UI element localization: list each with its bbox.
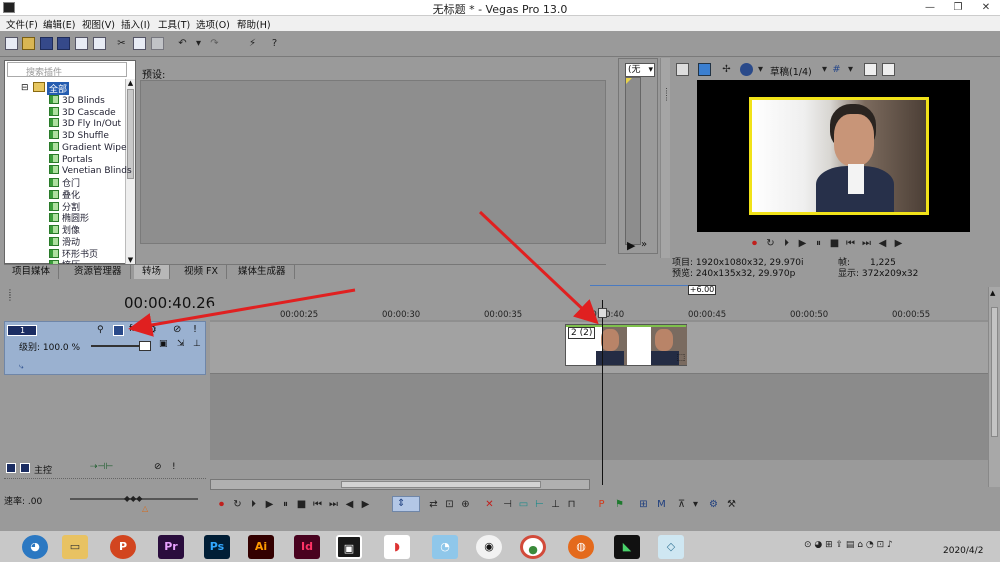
indesign-icon[interactable]: Id (294, 535, 320, 559)
annotation-arrows (128, 210, 599, 337)
file-explorer-icon[interactable]: ▭ (62, 535, 88, 559)
app2-icon[interactable]: ◇ (658, 535, 684, 559)
start-button-icon[interactable]: ◕ (22, 535, 48, 559)
vegas-taskbar-icon[interactable]: ▣ (336, 535, 362, 559)
annotation-arrow-to-track-fx (128, 288, 356, 337)
annotation-arrow-to-clip (478, 210, 599, 325)
tray-icons[interactable]: ⊙ ◕ ⊞ ⇪ ▤ ⌂ ◔ ⊡ ♪ (804, 540, 893, 550)
chrome-icon[interactable]: ● (520, 535, 546, 559)
browser-icon[interactable]: ◍ (568, 535, 594, 559)
qq-icon[interactable]: ◉ (476, 535, 502, 559)
taskbar-clock[interactable]: 2020/4/2 (943, 546, 983, 556)
xunlei-icon[interactable]: ◗ (384, 535, 410, 559)
camtasia-icon[interactable]: ◣ (614, 535, 640, 559)
app-icon[interactable]: ◔ (432, 535, 458, 559)
taskbar: ◕ ▭ P Pr Ps Ai Id ▣ ◗ ◔ ◉ ● ◍ ◣ ◇ ⊙ ◕ ⊞ … (0, 530, 1000, 562)
illustrator-icon[interactable]: Ai (248, 535, 274, 559)
powerpoint-icon[interactable]: P (110, 535, 136, 559)
premiere-icon[interactable]: Pr (158, 535, 184, 559)
photoshop-icon[interactable]: Ps (204, 535, 230, 559)
